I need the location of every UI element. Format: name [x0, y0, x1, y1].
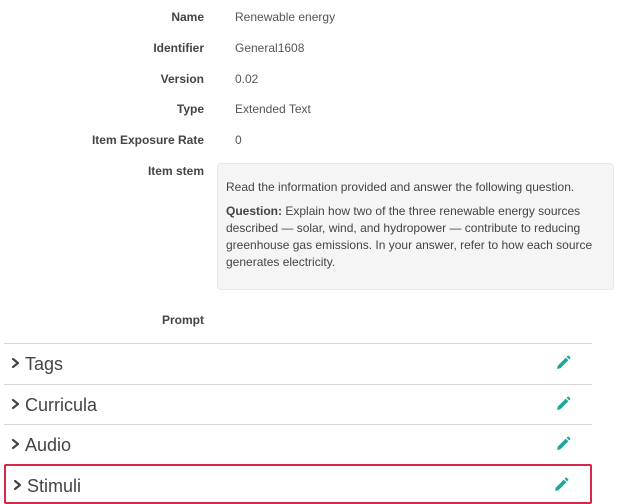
- type-value: Extended Text: [235, 102, 311, 116]
- type-label: Type: [176, 102, 204, 116]
- pencil-icon[interactable]: [554, 354, 572, 372]
- section-curricula-title: Curricula: [25, 395, 98, 415]
- prompt-row: Prompt: [0, 310, 620, 330]
- section-stimuli-title: Stimuli: [27, 476, 82, 496]
- name-label: Name: [171, 10, 204, 24]
- name-value: Renewable energy: [235, 10, 336, 24]
- pencil-icon[interactable]: [552, 476, 570, 494]
- type-row: Type Extended Text: [0, 99, 620, 119]
- pencil-icon[interactable]: [554, 435, 572, 453]
- item-stem-label: Item stem: [147, 164, 204, 178]
- chevron-right-icon: [13, 479, 22, 491]
- identifier-label: Identifier: [153, 41, 204, 55]
- version-label: Version: [160, 72, 204, 86]
- section-stimuli[interactable]: Stimuli: [4, 464, 592, 504]
- section-audio-title: Audio: [25, 435, 72, 455]
- stem-question: Question: Explain how two of the three r…: [226, 203, 605, 271]
- section-curricula[interactable]: Curricula: [4, 384, 592, 424]
- stem-question-label: Question:: [226, 204, 282, 218]
- exposure-value: 0: [235, 133, 242, 147]
- pencil-icon[interactable]: [554, 395, 572, 413]
- section-tags[interactable]: Tags: [4, 343, 592, 383]
- identifier-row: Identifier General1608: [0, 38, 620, 58]
- prompt-label: Prompt: [162, 313, 204, 327]
- chevron-right-icon: [11, 438, 20, 450]
- identifier-value: General1608: [235, 41, 305, 55]
- chevron-right-icon: [11, 398, 20, 410]
- exposure-row: Item Exposure Rate 0: [0, 130, 620, 150]
- section-tags-title: Tags: [25, 354, 64, 374]
- item-stem-content: Read the information provided and answer…: [217, 163, 614, 290]
- exposure-label: Item Exposure Rate: [91, 133, 204, 147]
- section-audio[interactable]: Audio: [4, 424, 592, 464]
- version-value: 0.02: [235, 72, 259, 86]
- stem-intro: Read the information provided and answer…: [226, 180, 575, 194]
- version-row: Version 0.02: [0, 69, 620, 89]
- name-row: Name Renewable energy: [0, 7, 620, 27]
- chevron-right-icon: [11, 357, 20, 369]
